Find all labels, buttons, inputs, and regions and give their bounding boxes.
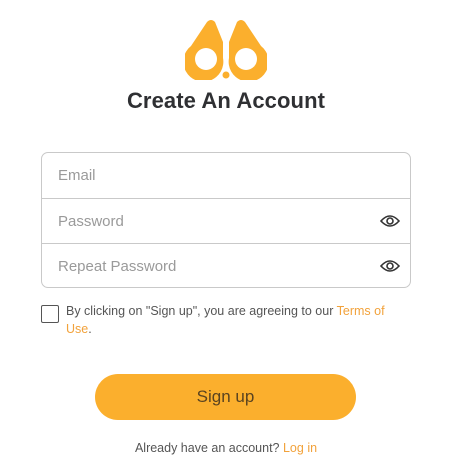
login-prompt-text: Already have an account? [134,441,283,455]
terms-text-after: . [88,322,92,336]
terms-checkbox[interactable] [41,305,59,323]
eye-icon[interactable] [380,214,400,228]
terms-text: By clicking on "Sign up", you are agreei… [66,302,396,338]
eye-icon[interactable] [380,259,400,273]
binoculars-logo-icon [185,20,267,80]
signup-form [41,152,411,288]
repeat-password-field-row [42,243,410,287]
login-prompt: Already have an account? Log in [0,441,452,455]
password-field-row [42,198,410,243]
email-field-row [42,153,410,198]
email-field[interactable] [42,153,410,198]
password-field[interactable] [42,199,410,243]
page-title: Create An Account [126,88,326,113]
signup-button[interactable]: Sign up [95,374,356,420]
terms-text-before: By clicking on "Sign up", you are agreei… [66,304,337,318]
repeat-password-field[interactable] [42,244,410,287]
login-link[interactable]: Log in [283,441,317,455]
